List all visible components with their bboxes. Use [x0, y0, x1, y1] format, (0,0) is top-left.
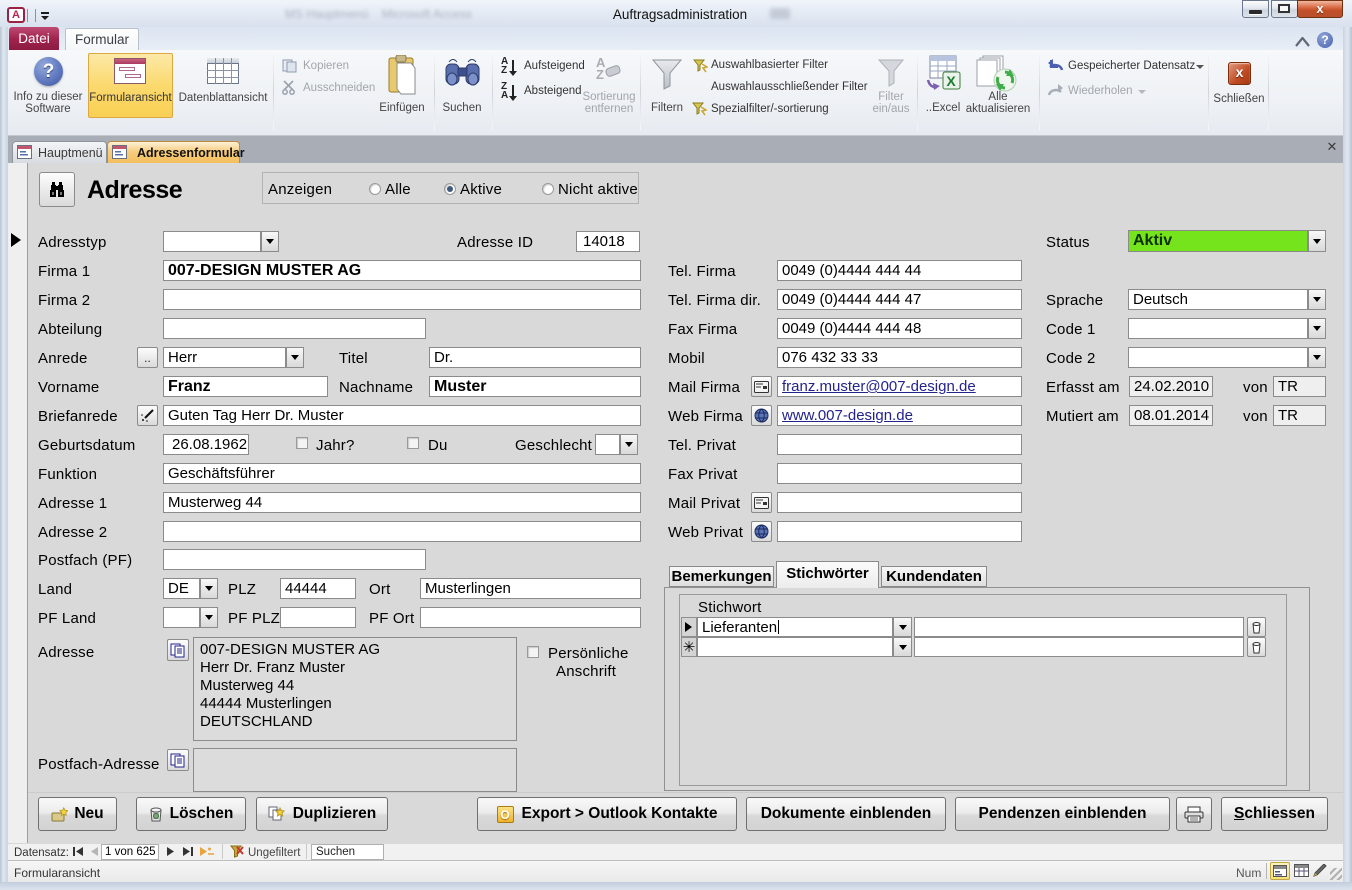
svg-text:X: X	[946, 73, 956, 89]
